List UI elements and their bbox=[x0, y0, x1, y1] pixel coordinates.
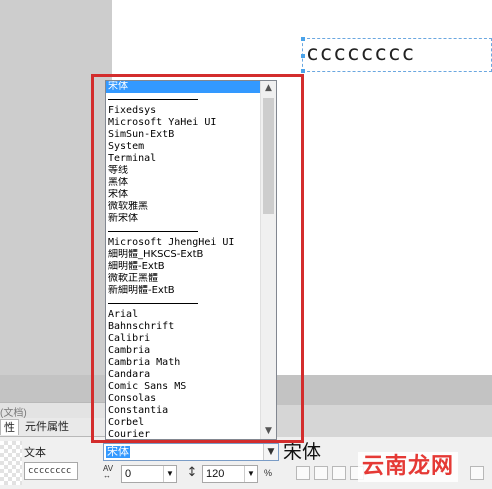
font-list-item[interactable]: 等线 bbox=[106, 165, 262, 177]
separator-line bbox=[108, 231, 198, 232]
letter-spacing-input[interactable]: 0 ▼ bbox=[121, 465, 177, 483]
font-list-item[interactable]: Candara bbox=[106, 369, 262, 381]
separator-line bbox=[108, 99, 198, 100]
line-height-input[interactable]: 120 ▼ bbox=[202, 465, 258, 483]
document-label: (文档) bbox=[0, 408, 27, 419]
font-list-item[interactable]: Cambria Math bbox=[106, 357, 262, 369]
font-list-item[interactable]: Calibri bbox=[106, 333, 262, 345]
font-list-separator bbox=[106, 297, 262, 309]
line-height-value: 120 bbox=[206, 468, 225, 480]
transparency-swatch bbox=[0, 441, 22, 485]
font-list-item[interactable]: Terminal bbox=[106, 153, 262, 165]
chevron-down-icon[interactable]: ▼ bbox=[163, 466, 176, 482]
chevron-down-icon[interactable]: ▼ bbox=[263, 444, 278, 460]
font-list-item[interactable]: Bahnschrift bbox=[106, 321, 262, 333]
font-list-item[interactable]: 宋体 bbox=[106, 189, 262, 201]
font-family-select[interactable]: 宋体 ▼ bbox=[103, 443, 279, 461]
font-list-item[interactable]: System bbox=[106, 141, 262, 153]
font-list-item[interactable]: 微軟正黑體 bbox=[106, 273, 262, 285]
font-list-separator bbox=[106, 93, 262, 105]
text-widget-content[interactable]: cccccccc bbox=[306, 41, 415, 65]
letter-spacing-icon: AV ↔ bbox=[103, 464, 114, 480]
font-list-item[interactable]: 黑体 bbox=[106, 177, 262, 189]
font-list-item[interactable]: Courier bbox=[106, 429, 262, 439]
font-preview: 宋体 bbox=[283, 441, 322, 463]
font-list-item[interactable]: 宋体 bbox=[106, 81, 262, 93]
font-dropdown-list[interactable]: 宋体 Fixedsys Microsoft YaHei UI SimSun-ExtB S… bbox=[105, 80, 277, 440]
font-list-separator bbox=[106, 225, 262, 237]
document-bar: (文档) bbox=[0, 402, 110, 419]
style-button[interactable] bbox=[314, 466, 328, 480]
resize-handle[interactable] bbox=[301, 37, 305, 41]
font-list-item[interactable]: Consolas bbox=[106, 393, 262, 405]
tab-properties[interactable]: 性 bbox=[0, 419, 19, 435]
scrollbar-thumb[interactable] bbox=[263, 98, 274, 214]
font-list-item[interactable]: Fixedsys bbox=[106, 105, 262, 117]
resize-handle[interactable] bbox=[301, 54, 305, 58]
text-label: 文本 bbox=[24, 446, 46, 459]
font-list-item[interactable]: Constantia bbox=[106, 405, 262, 417]
chevron-down-icon[interactable]: ▼ bbox=[261, 424, 276, 439]
style-button[interactable] bbox=[296, 466, 310, 480]
resize-handle[interactable] bbox=[301, 69, 305, 73]
chevron-up-icon[interactable]: ▲ bbox=[261, 81, 276, 96]
font-list-item[interactable]: 細明體_HKSCS-ExtB bbox=[106, 249, 262, 261]
font-list-item[interactable]: Cambria bbox=[106, 345, 262, 357]
separator-line bbox=[108, 303, 198, 304]
tab-widget-properties[interactable]: 元件属性 bbox=[22, 419, 72, 435]
style-button[interactable] bbox=[332, 466, 346, 480]
font-list-item[interactable]: Comic Sans MS bbox=[106, 381, 262, 393]
font-list-item[interactable]: 細明體-ExtB bbox=[106, 261, 262, 273]
dropdown-scrollbar[interactable]: ▲ ▼ bbox=[260, 81, 276, 439]
font-family-value: 宋体 bbox=[106, 445, 130, 458]
font-list-item[interactable]: Corbel bbox=[106, 417, 262, 429]
font-list-item[interactable]: Microsoft JhengHei UI bbox=[106, 237, 262, 249]
letter-spacing-value: 0 bbox=[125, 468, 132, 480]
watermark-logo: 云南龙网 bbox=[358, 452, 459, 482]
font-list-item[interactable]: SimSun-ExtB bbox=[106, 129, 262, 141]
font-list-item[interactable]: Arial bbox=[106, 309, 262, 321]
font-list-item[interactable]: Microsoft YaHei UI bbox=[106, 117, 262, 129]
style-button[interactable] bbox=[470, 466, 484, 480]
letter-spacing-label: AV bbox=[103, 464, 114, 473]
font-list-item[interactable]: 微软雅黑 bbox=[106, 201, 262, 213]
inspector-tabs: 性 元件属性 bbox=[0, 418, 110, 437]
font-options: 宋体 Fixedsys Microsoft YaHei UI SimSun-ExtB S… bbox=[106, 81, 262, 439]
text-value-field[interactable]: cccccccc bbox=[24, 462, 78, 480]
percent-label: % bbox=[264, 468, 273, 478]
font-list-item[interactable]: 新細明體-ExtB bbox=[106, 285, 262, 297]
workspace-background bbox=[0, 0, 112, 375]
font-list-item[interactable]: 新宋体 bbox=[106, 213, 262, 225]
line-height-icon: ↕ bbox=[186, 465, 198, 480]
chevron-down-icon[interactable]: ▼ bbox=[244, 466, 257, 482]
